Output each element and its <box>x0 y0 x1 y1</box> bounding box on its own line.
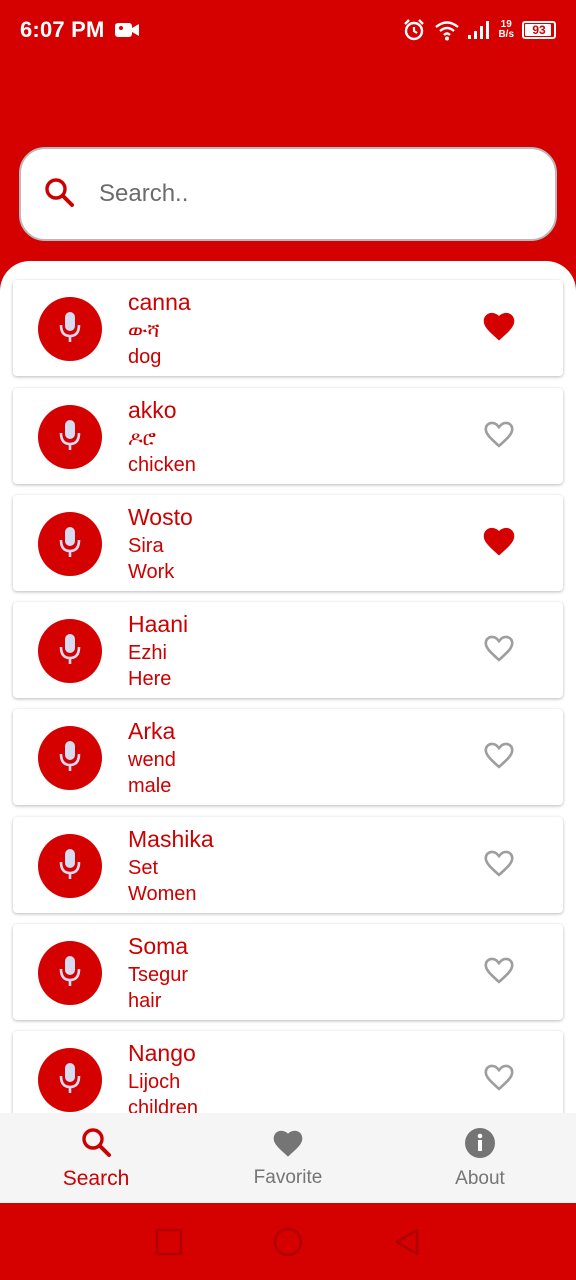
favorite-button[interactable] <box>479 1061 519 1097</box>
nav-search-label: Search <box>62 1166 130 1190</box>
favorite-button[interactable] <box>479 739 519 775</box>
word-text: Wosto <box>128 504 193 530</box>
english-text: Women <box>128 883 197 905</box>
nav-about[interactable]: About <box>384 1113 576 1203</box>
signal-icon <box>468 20 490 40</box>
wifi-icon <box>434 19 460 41</box>
english-text: children <box>128 1097 199 1113</box>
english-text: male <box>128 775 172 797</box>
nav-favorite[interactable]: Favorite <box>192 1113 384 1203</box>
heart-icon <box>271 1128 305 1163</box>
microphone-button[interactable] <box>38 297 102 361</box>
english-text: Work <box>128 561 175 583</box>
recents-icon[interactable] <box>149 1222 189 1262</box>
list-item[interactable]: Arka wend male <box>13 709 563 805</box>
heart-outline-icon <box>481 739 517 776</box>
microphone-button[interactable] <box>38 726 102 790</box>
translation-text: wend <box>128 749 176 771</box>
microphone-icon <box>57 954 83 993</box>
status-bar: 6:07 PM 19 B/s 93 <box>0 0 576 60</box>
list-item[interactable]: canna ውሻ dog <box>13 280 563 376</box>
microphone-button[interactable] <box>38 512 102 576</box>
word-text: canna <box>128 289 191 315</box>
alarm-icon <box>402 18 426 42</box>
favorite-button[interactable] <box>479 632 519 668</box>
english-text: hair <box>128 990 162 1012</box>
heart-outline-icon <box>481 847 517 884</box>
microphone-icon <box>57 310 83 349</box>
translation-text: Tsegur <box>128 964 189 986</box>
nav-about-label: About <box>455 1167 505 1189</box>
word-text: akko <box>128 397 177 423</box>
list-item[interactable]: Mashika Set Women <box>13 817 563 913</box>
battery-icon: 93 <box>522 21 556 39</box>
list-item[interactable]: Haani Ezhi Here <box>13 602 563 698</box>
microphone-button[interactable] <box>38 1048 102 1112</box>
favorite-button[interactable] <box>479 954 519 990</box>
list-item[interactable]: akko ዶሮ chicken <box>13 388 563 484</box>
microphone-icon <box>57 847 83 886</box>
status-time: 6:07 PM <box>20 17 105 42</box>
nav-favorite-label: Favorite <box>253 1166 323 1188</box>
microphone-icon <box>57 418 83 457</box>
video-camera-icon <box>114 21 139 39</box>
battery-level: 93 <box>532 23 546 37</box>
list-item[interactable]: Nango Lijoch children <box>13 1031 563 1113</box>
heart-filled-icon <box>481 525 517 562</box>
translation-text: Sira <box>128 535 164 557</box>
word-text: Haani <box>128 611 189 637</box>
heart-outline-icon <box>481 954 517 991</box>
translation-text: ውሻ <box>128 320 160 342</box>
english-text: chicken <box>128 454 196 476</box>
translation-text: Set <box>128 857 159 879</box>
home-icon[interactable] <box>268 1222 308 1262</box>
heart-outline-icon <box>481 418 517 455</box>
speed-unit: B/s <box>498 29 514 40</box>
favorite-button[interactable] <box>479 418 519 454</box>
search-input[interactable] <box>99 180 499 208</box>
word-text: Nango <box>128 1040 196 1066</box>
heart-outline-icon <box>481 632 517 669</box>
microphone-button[interactable] <box>38 834 102 898</box>
search-bar[interactable] <box>19 147 557 241</box>
word-text: Arka <box>128 718 176 744</box>
network-speed: 19 B/s <box>498 20 514 40</box>
english-text: dog <box>128 346 162 368</box>
microphone-button[interactable] <box>38 405 102 469</box>
word-text: Soma <box>128 933 189 959</box>
back-icon[interactable] <box>387 1222 427 1262</box>
heart-filled-icon <box>481 310 517 347</box>
search-icon <box>80 1126 112 1163</box>
favorite-button[interactable] <box>479 525 519 561</box>
list-item[interactable]: Soma Tsegur hair <box>13 924 563 1020</box>
microphone-icon <box>57 739 83 778</box>
favorite-button[interactable] <box>479 847 519 883</box>
english-text: Here <box>128 668 172 690</box>
info-icon <box>464 1127 496 1164</box>
translation-text: Lijoch <box>128 1071 181 1093</box>
translation-text: Ezhi <box>128 642 167 664</box>
word-text: Mashika <box>128 826 214 852</box>
search-icon <box>43 176 75 213</box>
bottom-navigation: Search Favorite About <box>0 1113 576 1203</box>
list-item[interactable]: Wosto Sira Work <box>13 495 563 591</box>
favorite-button[interactable] <box>479 310 519 346</box>
word-list[interactable]: canna ውሻ dog akko ዶሮ chicken Wosto Sira Work Haan… <box>0 261 576 1113</box>
microphone-button[interactable] <box>38 941 102 1005</box>
nav-search[interactable]: Search <box>0 1113 192 1203</box>
system-navigation <box>0 1203 576 1280</box>
microphone-icon <box>57 632 83 671</box>
microphone-icon <box>57 1061 83 1100</box>
heart-outline-icon <box>481 1061 517 1098</box>
microphone-icon <box>57 525 83 564</box>
microphone-button[interactable] <box>38 619 102 683</box>
translation-text: ዶሮ <box>128 428 156 450</box>
